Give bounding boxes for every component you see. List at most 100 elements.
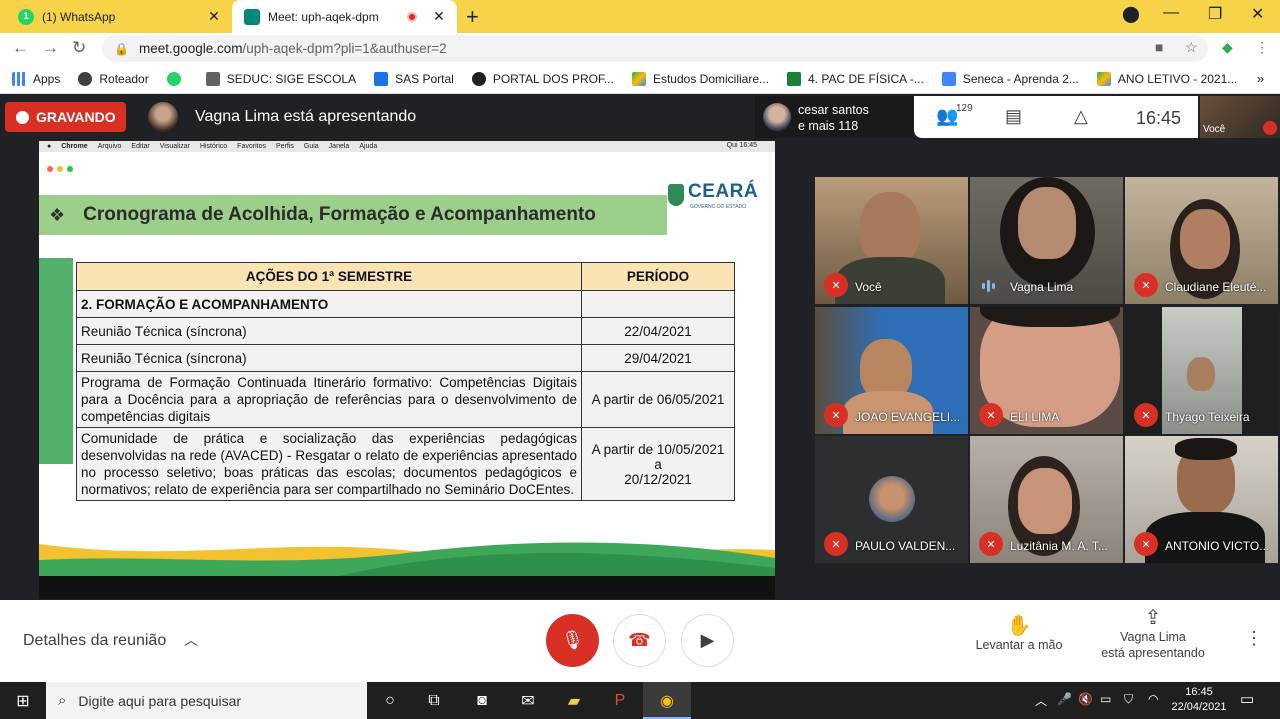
extension-icon[interactable]: ◆ — [1222, 39, 1233, 56]
bookmark-label: Estudos Domiciliare... — [652, 71, 769, 86]
more-bookmarks-icon[interactable]: » — [1257, 71, 1264, 86]
volume-muted-icon[interactable]: 🔇 — [1078, 692, 1093, 706]
tab-whatsapp[interactable]: 1 (1) WhatsApp ✕ — [0, 0, 232, 33]
participant-name: JOAO EVANGELI... — [855, 410, 961, 424]
bookmark-portal[interactable]: PORTAL DOS PROF... — [471, 71, 614, 86]
security-shield-icon[interactable]: ⛉ — [1124, 692, 1133, 707]
maximize-button[interactable]: ❐ — [1208, 4, 1222, 24]
mac-menu-item: Favoritos — [237, 143, 266, 150]
bookmark-apps[interactable]: Apps — [12, 71, 60, 86]
chevron-up-icon[interactable]: ︿ — [184, 630, 198, 650]
seneca-icon — [941, 71, 956, 86]
bookmark-pac[interactable]: 4. PAC DE FÍSICA -... — [787, 71, 924, 86]
self-view-thumbnail[interactable]: Você — [1200, 96, 1280, 138]
forward-icon[interactable]: → — [42, 38, 59, 58]
bookmark-roteador[interactable]: Roteador — [78, 71, 149, 86]
top-participant-strip[interactable]: cesar santos e mais 118 — [755, 96, 913, 138]
raise-hand-label: Levantar a mão — [975, 638, 1063, 652]
camera-app-icon[interactable]: ◙ — [470, 689, 494, 713]
participant-tile[interactable]: ✕ JOAO EVANGELI... — [815, 307, 968, 434]
notifications-icon[interactable]: ▭ — [1240, 690, 1254, 708]
taskbar-clock[interactable]: 16:45 22/04/2021 — [1168, 685, 1230, 715]
presenting-status: Vagna Lima está apresentando — [195, 108, 417, 125]
file-explorer-icon[interactable]: ▰ — [562, 689, 586, 713]
more-options-icon[interactable]: ⋮ — [1245, 628, 1263, 649]
battery-icon[interactable]: ▭ — [1100, 692, 1111, 706]
mac-clock: Qui 16:45 — [726, 142, 757, 149]
activities-icon[interactable]: △ — [1074, 106, 1088, 127]
mic-off-icon: ✕ — [979, 532, 1003, 556]
bookmark-star-icon[interactable]: ☆ — [1185, 39, 1198, 56]
url-host: meet.google.com — [138, 41, 243, 56]
task-view-icon[interactable]: ⧉ — [422, 689, 446, 713]
camera-toggle-button[interactable]: ▶ — [681, 614, 734, 667]
participant-tile[interactable]: ✕ ANTONIO VICTO... — [1125, 436, 1278, 563]
participant-tile[interactable]: ✕ Claudiane Eleuté... — [1125, 177, 1278, 304]
mac-menu-item: Histórico — [199, 143, 228, 150]
mail-icon[interactable]: ✉ — [516, 689, 540, 713]
profile-menu-icon[interactable]: ⬤ — [1122, 4, 1140, 24]
hang-up-icon: ☎ — [628, 630, 651, 650]
presenting-label: Vagna Lima — [1120, 630, 1186, 644]
lock-icon[interactable]: 🔒 — [114, 42, 129, 56]
new-tab-button[interactable]: + — [466, 4, 479, 30]
tab-title: (1) WhatsApp — [42, 9, 116, 24]
show-hidden-icons-icon[interactable]: ︿ — [1035, 692, 1047, 709]
mic-off-icon: ✕ — [1134, 532, 1158, 556]
back-icon[interactable]: ← — [12, 38, 29, 58]
browser-menu-icon[interactable]: ⋮ — [1255, 39, 1269, 56]
slide: CEARÁ GOVERNO DO ESTADO ❖ Cronograma de … — [39, 152, 775, 576]
microphone-icon[interactable]: 🎤 — [1057, 692, 1072, 706]
chrome-icon[interactable]: ◉ — [655, 689, 679, 713]
mac-menu-item: Chrome — [61, 143, 88, 150]
participant-tile[interactable]: ✕ PAULO VALDEN... — [815, 436, 968, 563]
address-bar[interactable]: 🔒 meet.google.com/uph-aqek-dpm?pli=1&aut… — [102, 35, 1208, 62]
windows-start-icon[interactable]: ⊞ — [0, 682, 46, 719]
bookmark-label: 4. PAC DE FÍSICA -... — [808, 71, 924, 86]
bookmark-estudos[interactable]: Estudos Domiciliare... — [631, 71, 769, 86]
participant-tile[interactable]: ✕ Você — [815, 177, 968, 304]
reload-icon[interactable]: ↻ — [72, 38, 86, 58]
sheets-icon — [787, 71, 801, 86]
raise-hand-button[interactable]: ✋ Levantar a mão — [972, 616, 1066, 653]
bookmark-sige[interactable]: SEDUC: SIGE ESCOLA — [205, 71, 357, 86]
present-screen-icon: ⇪ — [1144, 607, 1162, 629]
drive-icon — [631, 71, 646, 86]
bookmark-seneca[interactable]: Seneca - Aprenda 2... — [941, 71, 1079, 86]
powerpoint-icon[interactable]: P — [608, 689, 632, 713]
wifi-icon[interactable]: ◠ — [1148, 692, 1158, 706]
close-icon[interactable]: ✕ — [204, 8, 224, 25]
presenting-button[interactable]: ⇪ Vagna Lima está apresentando — [1094, 607, 1212, 661]
participant-tile[interactable]: ✕ ELI LIMA — [970, 307, 1123, 434]
participant-tile[interactable]: ✕ Luzitânia M. A. T... — [970, 436, 1123, 563]
mac-menu-bar: ● Chrome Arquivo Editar Visualizar Histó… — [39, 141, 775, 152]
minimize-dot-icon — [57, 166, 63, 172]
recording-badge[interactable]: GRAVANDO — [5, 102, 126, 132]
sas-logo-icon — [374, 71, 389, 86]
participant-name: ANTONIO VICTO... — [1165, 539, 1270, 553]
decorative-green-bar — [39, 258, 73, 464]
tab-meet[interactable]: Meet: uph-aqek-dpm ✕ — [232, 0, 457, 33]
meeting-details-button[interactable]: Detalhes da reunião — [23, 632, 166, 650]
period-cell: A partir de 10/05/2021 a 20/12/2021 — [581, 427, 735, 501]
minimize-button[interactable]: — — [1163, 4, 1179, 22]
bookmark-label: SEDUC: SIGE ESCOLA — [226, 71, 357, 86]
action-cell: Reunião Técnica (síncrona) — [76, 317, 582, 345]
bookmark-whatsapp[interactable] — [166, 71, 188, 86]
leave-call-button[interactable]: ☎ — [613, 614, 666, 667]
participant-tile[interactable]: Vagna Lima — [970, 177, 1123, 304]
bookmark-sas[interactable]: SAS Portal — [374, 71, 454, 86]
close-icon[interactable]: ✕ — [429, 8, 449, 25]
mac-menu-item: Janela — [328, 143, 350, 150]
tab-title: Meet: uph-aqek-dpm — [268, 9, 379, 24]
bookmarks-bar: Apps Roteador SEDUC: SIGE ESCOLA SAS Por… — [0, 64, 1280, 94]
close-window-button[interactable]: ✕ — [1251, 4, 1264, 24]
taskbar-search[interactable]: ⌕ Digite aqui para pesquisar — [46, 682, 367, 719]
bookmark-ano-letivo[interactable]: ANO LETIVO - 2021... — [1096, 71, 1237, 86]
window-buttons — [47, 166, 73, 172]
mic-toggle-button[interactable]: 🎙 — [546, 614, 599, 667]
participant-tile[interactable]: ✕ Thyago Teixeira — [1125, 307, 1278, 434]
chat-icon[interactable]: ▤ — [1005, 106, 1022, 127]
camera-in-use-icon[interactable]: ■ — [1155, 39, 1163, 55]
cortana-icon[interactable]: ○ — [378, 689, 402, 713]
